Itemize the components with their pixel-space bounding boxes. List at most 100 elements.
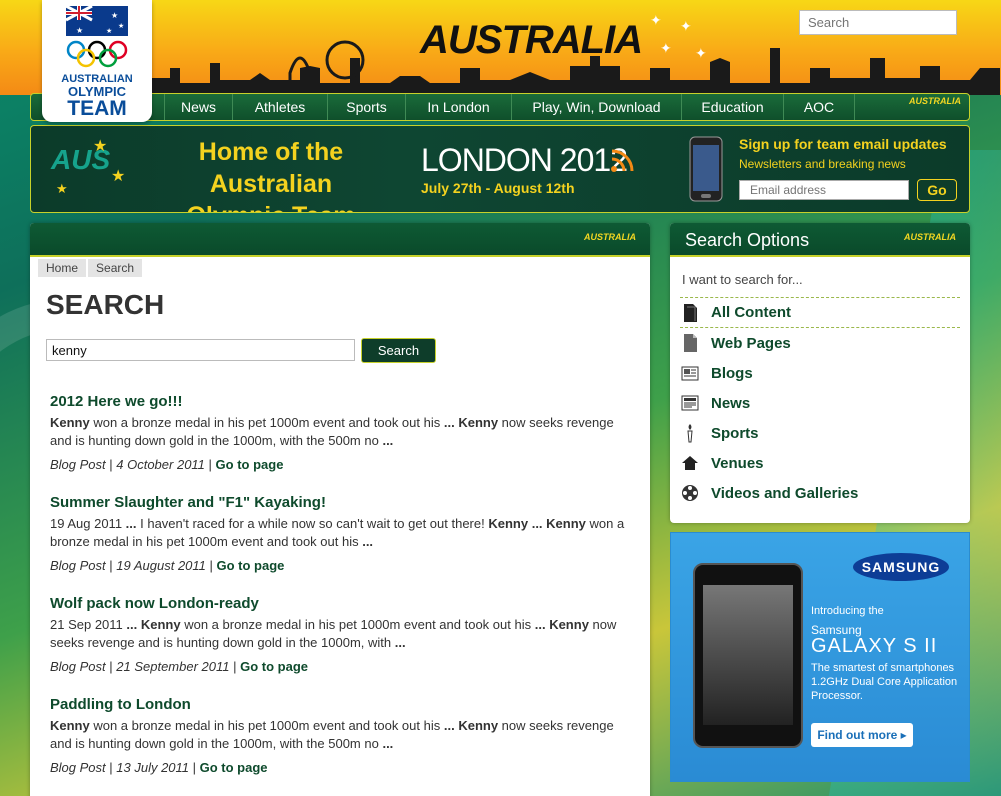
search-input[interactable] (46, 339, 355, 361)
signup-title: Sign up for team email updates (739, 136, 947, 152)
nav-item-sports[interactable]: Sports (327, 94, 405, 120)
australia-badge: AUSTRALIA (584, 232, 636, 242)
nav-item-athletes[interactable]: Athletes (232, 94, 327, 120)
result-snippet: Kenny won a bronze medal in his pet 1000… (50, 415, 614, 448)
result-title-link[interactable]: Wolf pack now London-ready (50, 595, 635, 612)
ad-description: The smartest of smartphones 1.2GHz Dual … (811, 662, 958, 702)
page-icon (684, 334, 697, 352)
promo-banner: AUS ★ ★ ★ Home of the Australian Olympic… (30, 125, 970, 213)
newspaper-icon (681, 395, 699, 411)
search-result: Wolf pack now London-ready 21 Sep 2011 ..… (50, 595, 635, 674)
sidebar-header-bar: Search Options AUSTRALIA (670, 223, 970, 257)
logo-line3: TEAM (67, 97, 127, 120)
result-meta: Blog Post | 13 July 2011 | Go to page (50, 760, 268, 775)
star-icon: ★ (111, 168, 126, 185)
australian-flag-icon: ★ ★ ★ ★ (66, 6, 128, 36)
banner-home-heading[interactable]: Home of the Australian Olympic Team (141, 136, 401, 212)
london-2012-title: LONDON 2012 (421, 142, 628, 178)
go-to-page-link[interactable]: Go to page (217, 558, 285, 573)
option-label: Videos and Galleries (711, 484, 859, 502)
find-out-more-button[interactable]: Find out more ▸ (811, 723, 913, 747)
result-snippet: Kenny won a bronze medal in his pet 1000… (50, 718, 614, 751)
smartphone-icon (689, 136, 723, 202)
option-web-pages[interactable]: Web Pages (680, 328, 960, 358)
result-title-link[interactable]: 2012 Here we go!!! (50, 393, 635, 410)
go-to-page-link[interactable]: Go to page (200, 760, 268, 775)
aoc-logo[interactable]: ★ ★ ★ ★ AUSTRALIAN OLYMPIC TEAM (42, 0, 152, 122)
result-date: 19 August 2011 (116, 558, 206, 573)
nav-item-aoc[interactable]: AOC (783, 94, 855, 120)
breadcrumb-search: Search (88, 259, 143, 277)
nav-item-news[interactable]: News (164, 94, 232, 120)
search-options-panel: Search Options AUSTRALIA I want to searc… (670, 223, 970, 523)
panel-header-bar: AUSTRALIA (30, 223, 650, 257)
result-snippet: 21 Sep 2011 ... Kenny won a bronze medal… (50, 617, 617, 650)
australia-badge: AUSTRALIA (909, 96, 961, 106)
signup-subtitle: Newsletters and breaking news (739, 157, 906, 171)
result-meta: Blog Post | 4 October 2011 | Go to page (50, 457, 284, 472)
ad-brand-logo: SAMSUNG (853, 553, 949, 581)
sidebar-title: Search Options (685, 230, 810, 250)
result-title-link[interactable]: Summer Slaughter and "F1" Kayaking! (50, 494, 635, 511)
nav-item-education[interactable]: Education (681, 94, 783, 120)
document-icon (684, 303, 697, 322)
search-results-panel: AUSTRALIA Home Search SEARCH Search 2012… (30, 223, 650, 796)
svg-text:★: ★ (76, 26, 83, 35)
search-button[interactable]: Search (361, 338, 436, 363)
search-result: 2012 Here we go!!! Kenny won a bronze med… (50, 393, 635, 472)
option-label: All Content (711, 304, 791, 321)
rss-icon[interactable] (609, 148, 635, 174)
ad-phone-image (693, 563, 803, 748)
result-title-link[interactable]: Paddling to London (50, 696, 635, 713)
result-meta: Blog Post | 19 August 2011 | Go to page (50, 558, 285, 573)
page-title: SEARCH (46, 289, 165, 320)
result-date: 4 October 2011 (116, 457, 205, 472)
logo-text: AUSTRALIAN OLYMPIC TEAM (42, 74, 152, 120)
ad-phone-screen (703, 585, 793, 725)
torch-icon (687, 424, 693, 443)
star-icon: ✦ (650, 12, 662, 28)
olympic-rings-icon (66, 40, 128, 68)
svg-text:★: ★ (111, 11, 118, 20)
result-date: 13 July 2011 (116, 760, 190, 775)
star-icon: ★ (56, 181, 68, 196)
star-icon: ★ (93, 138, 108, 155)
search-result: Summer Slaughter and "F1" Kayaking! 19 Au… (50, 494, 635, 573)
result-type: Blog Post (50, 659, 106, 674)
nav-item-play-win-download[interactable]: Play, Win, Download (511, 94, 681, 120)
site-title: AUSTRALIA (420, 18, 643, 62)
option-videos-galleries[interactable]: Videos and Galleries (680, 478, 960, 508)
result-type: Blog Post (50, 558, 106, 573)
option-sports[interactable]: Sports (680, 418, 960, 448)
result-type: Blog Post (50, 457, 106, 472)
breadcrumb-home[interactable]: Home (38, 259, 87, 277)
go-to-page-link[interactable]: Go to page (240, 659, 308, 674)
samsung-ad[interactable]: SAMSUNG Introducing the Samsung GALAXY S… (670, 532, 970, 782)
option-venues[interactable]: Venues (680, 448, 960, 478)
breadcrumb: Home Search (38, 259, 144, 277)
option-label: Blogs (711, 364, 753, 382)
go-to-page-link[interactable]: Go to page (216, 457, 284, 472)
option-news[interactable]: News (680, 388, 960, 418)
games-dates: July 27th - August 12th (421, 180, 575, 196)
go-button[interactable]: Go (917, 179, 957, 201)
star-icon: ✦ (695, 45, 707, 61)
option-all-content[interactable]: All Content (680, 298, 960, 328)
star-icon: ✦ (680, 18, 692, 34)
australia-badge: AUSTRALIA (904, 232, 956, 242)
cta-label: Find out more (817, 728, 898, 742)
result-date: 21 September 2011 (116, 659, 230, 674)
email-field[interactable] (739, 180, 909, 200)
nav-item-in-london[interactable]: In London (405, 94, 511, 120)
ad-model-line2: GALAXY S II (811, 635, 938, 657)
option-label: Web Pages (711, 334, 791, 352)
header-search-input[interactable] (799, 10, 957, 35)
result-type: Blog Post (50, 760, 106, 775)
film-reel-icon (682, 485, 698, 501)
search-options-list: All Content Web Pages Blogs News Sports … (680, 297, 960, 508)
search-result: Paddling to London Kenny won a bronze med… (50, 696, 635, 775)
option-blogs[interactable]: Blogs (680, 358, 960, 388)
svg-text:★: ★ (118, 22, 124, 30)
sidebar-subtitle: I want to search for... (682, 272, 803, 287)
home-icon (682, 456, 698, 470)
